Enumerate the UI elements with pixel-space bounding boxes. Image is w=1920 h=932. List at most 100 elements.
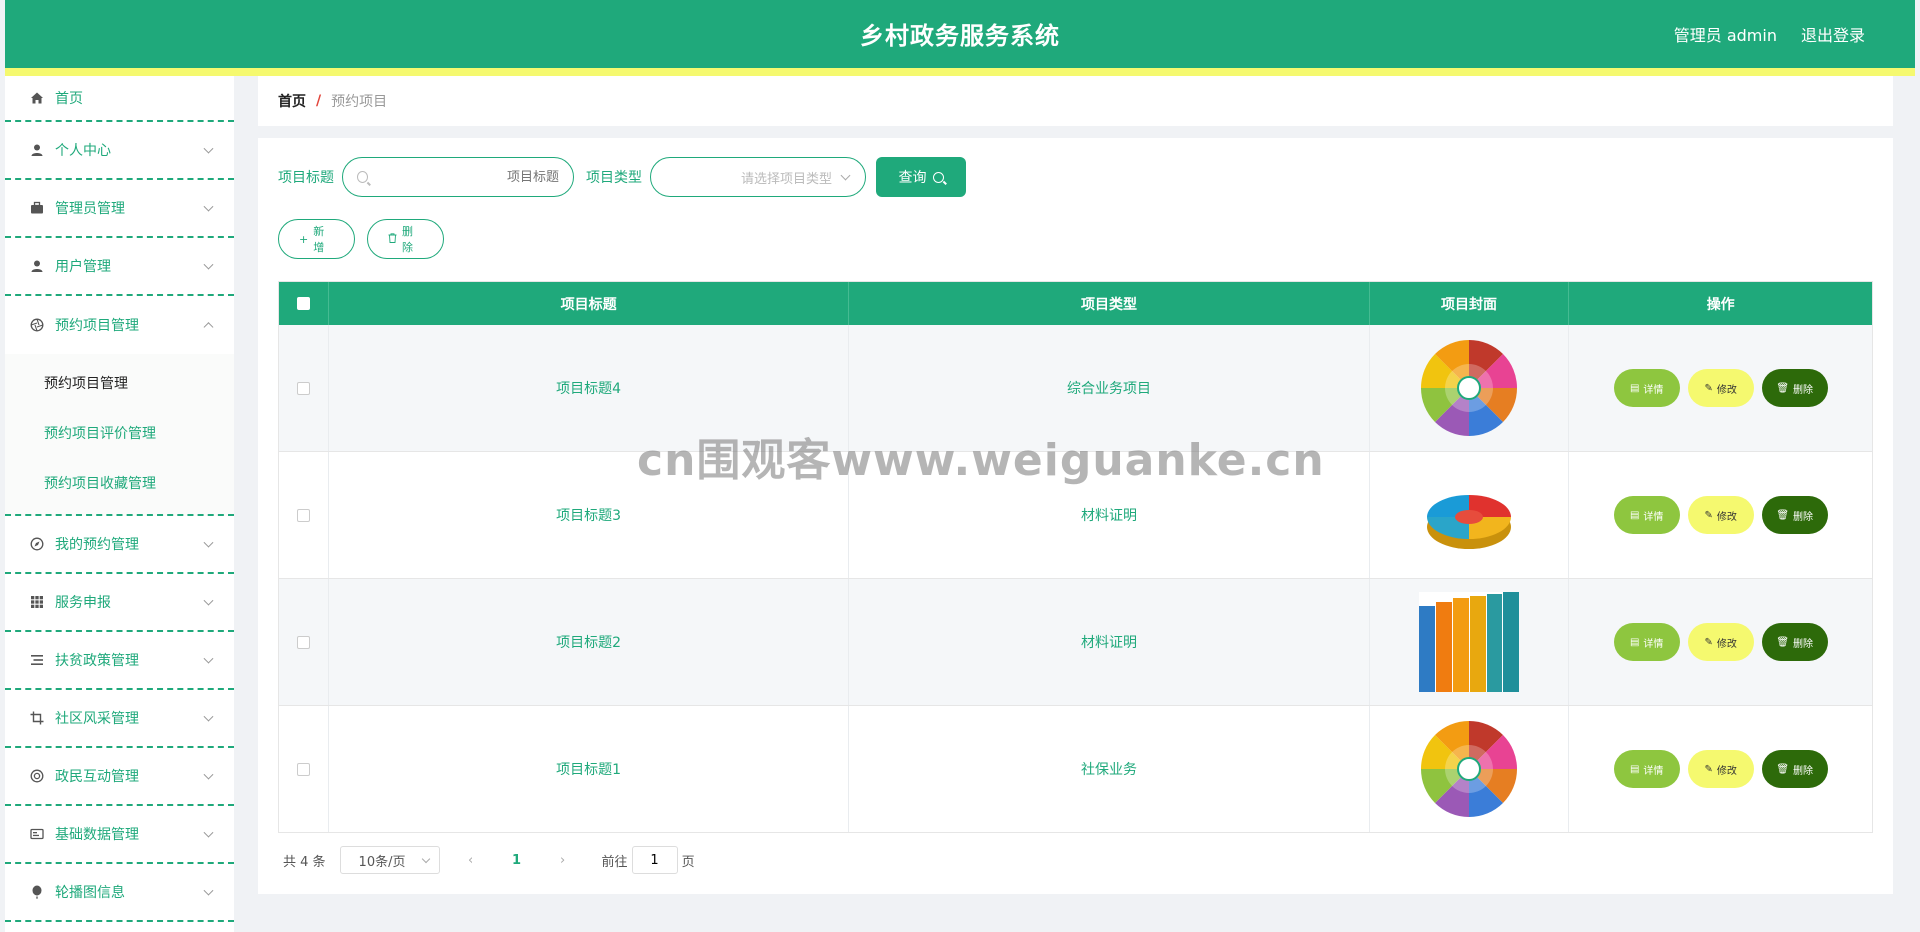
document-icon: ▤ xyxy=(1629,636,1640,648)
breadcrumb-current: 预约项目 xyxy=(331,94,388,110)
chevron-down-icon xyxy=(203,885,214,896)
breadcrumb-home[interactable]: 首页 xyxy=(278,91,306,111)
briefcase-icon xyxy=(29,200,45,216)
submenu-item-project-management[interactable]: 预约项目管理 xyxy=(5,358,234,408)
next-page-button[interactable]: › xyxy=(548,853,578,868)
app-title: 乡村政务服务系统 xyxy=(860,22,1060,50)
sidebar-item-interaction[interactable]: 政民互动管理 xyxy=(5,748,234,806)
title-search-input[interactable] xyxy=(376,169,559,185)
detail-label: 详情 xyxy=(1643,638,1664,650)
type-select-placeholder: 请选择项目类型 xyxy=(740,171,832,187)
top-header: 乡村政务服务系统 管理员 admin 退出登录 xyxy=(5,0,1915,68)
chevron-down-icon xyxy=(203,595,214,606)
sidebar-item-base-data[interactable]: 基础数据管理 xyxy=(5,806,234,864)
goto-suffix: 页 xyxy=(681,854,695,870)
delete-row-button[interactable]: 🗑 删除 xyxy=(1761,750,1828,788)
cell-type: 材料证明 xyxy=(849,452,1370,578)
detail-button[interactable]: ▤ 详情 xyxy=(1613,369,1680,407)
cell-title: 项目标题2 xyxy=(329,579,850,705)
type-filter-label: 项目类型 xyxy=(586,170,642,186)
type-select[interactable]: 请选择项目类型 xyxy=(650,157,866,197)
edit-button[interactable]: ✎ 修改 xyxy=(1687,369,1754,407)
edit-button[interactable]: ✎ 修改 xyxy=(1687,623,1754,661)
sidebar-item-appointment-project[interactable]: 预约项目管理 xyxy=(5,296,234,354)
sidebar-item-service-declaration[interactable]: 服务申报 xyxy=(5,574,234,632)
pencil-icon: ✎ xyxy=(1704,509,1713,521)
breadcrumb: 首页 / 预约项目 xyxy=(258,76,1893,126)
plus-icon: + xyxy=(299,232,309,246)
edit-button[interactable]: ✎ 修改 xyxy=(1687,496,1754,534)
pencil-icon: ✎ xyxy=(1704,636,1713,648)
project-table: 项目标题 项目类型 项目封面 操作 项目标题4 综合业务项目 ▤ 详情 ✎ 修改… xyxy=(278,281,1873,833)
logout-link[interactable]: 退出登录 xyxy=(1801,22,1865,46)
sidebar-item-label: 社区风采管理 xyxy=(55,711,139,727)
page-size-select[interactable]: 10条/页 xyxy=(339,846,440,874)
page-number[interactable]: 1 xyxy=(502,853,532,868)
add-button-label: 新增 xyxy=(313,225,325,254)
query-button-label: 查询 xyxy=(898,170,927,186)
query-button[interactable]: 查询 xyxy=(876,157,966,197)
select-all-checkbox[interactable] xyxy=(296,297,310,310)
row-checkbox[interactable] xyxy=(296,635,310,649)
row-checkbox[interactable] xyxy=(296,381,310,395)
document-icon: ▤ xyxy=(1629,509,1640,521)
detail-label: 详情 xyxy=(1643,765,1664,777)
sidebar-item-label: 用户管理 xyxy=(55,259,111,275)
delete-row-button[interactable]: 🗑 删除 xyxy=(1761,623,1828,661)
chevron-down-icon xyxy=(840,170,851,180)
prev-page-button[interactable]: ‹ xyxy=(456,853,486,868)
table-row: 项目标题3 材料证明 ▤ 详情 ✎ 修改 🗑 删除 xyxy=(279,452,1872,579)
column-header: 项目类型 xyxy=(849,282,1370,325)
sidebar-item-personal-center[interactable]: 个人中心 xyxy=(5,122,234,180)
sidebar-item-label: 基础数据管理 xyxy=(55,827,139,843)
detail-label: 详情 xyxy=(1643,511,1664,523)
user-icon xyxy=(29,258,45,274)
edit-button[interactable]: ✎ 修改 xyxy=(1687,750,1754,788)
chevron-up-icon xyxy=(203,322,214,333)
sidebar-item-label: 扶贫政策管理 xyxy=(55,653,139,669)
detail-button[interactable]: ▤ 详情 xyxy=(1613,750,1680,788)
sidebar-item-poverty-policy[interactable]: 扶贫政策管理 xyxy=(5,632,234,690)
project-cover-image xyxy=(1419,592,1519,692)
chevron-down-icon xyxy=(203,711,214,722)
trash-icon: 🗑 xyxy=(1776,636,1790,648)
sidebar-item-community-style[interactable]: 社区风采管理 xyxy=(5,690,234,748)
chevron-down-icon xyxy=(203,769,214,780)
sidebar-item-my-appointment[interactable]: 我的预约管理 xyxy=(5,516,234,574)
card-icon xyxy=(29,826,45,842)
header-stripe xyxy=(5,68,1915,76)
edit-label: 修改 xyxy=(1716,384,1737,396)
sidebar-item-carousel[interactable]: 轮播图信息 xyxy=(5,864,234,922)
sidebar-item-label: 个人中心 xyxy=(55,143,111,159)
edit-label: 修改 xyxy=(1716,765,1737,777)
trash-icon: 🗑 xyxy=(1776,382,1790,394)
delete-row-button[interactable]: 🗑 删除 xyxy=(1761,496,1828,534)
column-header: 项目标题 xyxy=(329,282,850,325)
row-checkbox[interactable] xyxy=(296,508,310,522)
remove-label: 删除 xyxy=(1793,638,1814,650)
table-row: 项目标题2 材料证明 ▤ 详情 ✎ 修改 🗑 删除 xyxy=(279,579,1872,706)
remove-label: 删除 xyxy=(1793,511,1814,523)
trash-icon xyxy=(388,232,397,246)
chevron-down-icon xyxy=(203,143,214,154)
user-area: 管理员 admin 退出登录 xyxy=(1674,22,1865,46)
breadcrumb-separator: / xyxy=(316,93,322,109)
submenu-item-project-favorite[interactable]: 预约项目收藏管理 xyxy=(5,458,234,508)
sidebar-item-home[interactable]: 首页 xyxy=(5,76,234,122)
document-icon: ▤ xyxy=(1629,763,1640,775)
row-checkbox[interactable] xyxy=(296,762,310,776)
detail-button[interactable]: ▤ 详情 xyxy=(1613,623,1680,661)
delete-row-button[interactable]: 🗑 删除 xyxy=(1761,369,1828,407)
goto-prefix: 前往 xyxy=(601,854,628,870)
sidebar-menu: 首页 个人中心 管理员管理 用户管理 预约项目管理 预约项目管理 预约项目评价管… xyxy=(5,76,234,932)
list-icon xyxy=(29,652,45,668)
submenu-item-project-review[interactable]: 预约项目评价管理 xyxy=(5,408,234,458)
add-button[interactable]: + 新增 xyxy=(278,219,355,259)
title-search-field[interactable] xyxy=(342,157,574,197)
chevron-down-icon xyxy=(203,259,214,270)
detail-button[interactable]: ▤ 详情 xyxy=(1613,496,1680,534)
goto-page-input[interactable] xyxy=(631,846,678,874)
batch-delete-button[interactable]: 删除 xyxy=(367,219,444,259)
sidebar-item-admin-management[interactable]: 管理员管理 xyxy=(5,180,234,238)
sidebar-item-user-management[interactable]: 用户管理 xyxy=(5,238,234,296)
